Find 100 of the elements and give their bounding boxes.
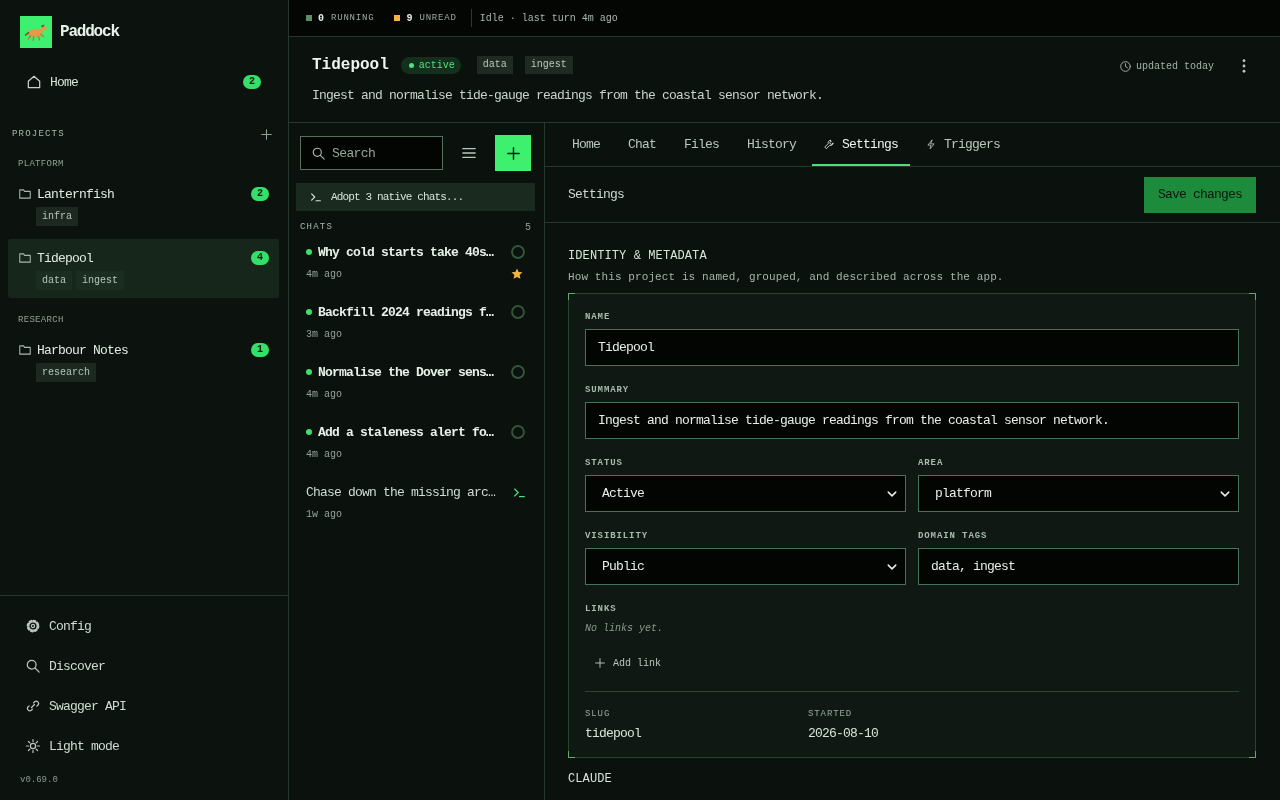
tab[interactable]: Home (560, 123, 612, 166)
tab[interactable]: History (735, 123, 809, 166)
chat-title[interactable]: Add a staleness alert fo… (318, 424, 505, 440)
select-field[interactable]: Active (585, 475, 906, 512)
lightning-icon (926, 139, 937, 150)
chat-title[interactable]: Normalise the Dover sens… (318, 364, 505, 380)
wrench-icon (824, 139, 835, 150)
section-heading: CLAUDE (568, 772, 613, 786)
chat-time: 4m ago (306, 448, 342, 460)
chat-title[interactable]: Why cold starts take 40s… (318, 244, 505, 260)
count-badge: 1 (251, 343, 269, 357)
save-button[interactable]: Save changes (1144, 176, 1256, 213)
sidebar-link[interactable]: Discover (26, 658, 105, 674)
text-field[interactable]: Tidepool (585, 329, 1239, 366)
tag: ingest (524, 56, 573, 74)
chat-time: 1w ago (306, 508, 342, 520)
field-label: VISIBILITY (585, 530, 649, 542)
section-description: How this project is named, grouped, and described across the app. (568, 270, 1005, 284)
tab[interactable]: Files (672, 123, 732, 166)
menu-icon[interactable] (462, 146, 476, 160)
count-badge: 2 (243, 75, 261, 89)
terminal-icon (311, 192, 321, 202)
page-title: Settings (568, 187, 624, 202)
plus-icon (506, 146, 520, 160)
updated-text: updated today (1136, 60, 1214, 72)
text-field[interactable]: data, ingest (918, 548, 1239, 585)
select-field[interactable]: Public (585, 548, 906, 585)
status-dot-icon (408, 62, 414, 68)
project-name: Lanternfish (37, 186, 114, 202)
terminal-icon (514, 486, 525, 498)
folder-icon (19, 344, 31, 356)
chat-title[interactable]: Chase down the missing arc… (306, 484, 508, 500)
chat-time: 4m ago (306, 268, 342, 280)
status-label: active (418, 59, 455, 71)
tag: infra (36, 207, 78, 226)
group-label: PLATFORM (17, 158, 65, 170)
tab[interactable]: Chat (616, 123, 669, 166)
folder-icon (19, 188, 31, 200)
field-label: SUMMARY (585, 384, 631, 396)
count-badge: 2 (251, 187, 269, 201)
folder-icon (19, 252, 31, 264)
ring-icon (511, 245, 525, 259)
meta-value: tidepool (585, 726, 641, 742)
add-link-button[interactable]: Add link (585, 649, 671, 677)
sidebar-link[interactable]: Config (26, 618, 91, 634)
text-field[interactable]: Ingest and normalise tide-gauge readings from the coastal sensor network. (585, 402, 1239, 439)
plus-icon[interactable] (261, 128, 272, 140)
chat-title[interactable]: Backfill 2024 readings f… (318, 304, 505, 320)
sidebar-link[interactable]: Light mode (26, 738, 119, 754)
adopt-banner[interactable]: Adopt 3 native chats... (296, 183, 535, 211)
counter-value: 9 (406, 12, 413, 24)
chat-time: 4m ago (306, 388, 342, 400)
project-item[interactable]: Harbour Notes 1 research (8, 331, 279, 390)
horse-logo-icon (20, 16, 52, 48)
sidebar-link[interactable]: Swagger API (26, 698, 126, 714)
tag: data (36, 271, 72, 290)
section-title: PROJECTS (12, 129, 65, 139)
count-badge: 4 (251, 251, 269, 265)
tag: research (36, 363, 96, 382)
field-label: LINKS (585, 603, 617, 615)
section-title: CHATS (300, 222, 333, 232)
project-title: Tidepool (312, 56, 389, 74)
ring-icon (511, 425, 525, 439)
version-label: v0.69.0 (19, 774, 59, 786)
project-name: Tidepool (37, 250, 93, 266)
meta-label: STARTED (808, 708, 853, 720)
counter-value: 0 (318, 12, 324, 24)
app-name: Paddock (60, 23, 119, 41)
tab[interactable]: Triggers (914, 123, 1013, 166)
clock-icon (1120, 60, 1131, 72)
home-link[interactable]: Home (50, 74, 78, 90)
tag: ingest (76, 271, 125, 290)
project-item[interactable]: Tidepool 4 data ingest (8, 239, 279, 298)
meta-label: SLUG (585, 708, 611, 720)
counter-label: RUNNING (331, 13, 375, 23)
select-field[interactable]: platform (918, 475, 1239, 512)
sun-icon (26, 739, 40, 753)
field-label: STATUS (585, 457, 624, 469)
section-heading: IDENTITY & METADATA (568, 249, 708, 263)
meta-value: 2026-08-10 (808, 726, 878, 742)
plus-icon (595, 658, 605, 668)
project-item[interactable]: Lanternfish 2 infra (8, 175, 279, 234)
project-summary: Ingest and normalise tide-gauge readings from the coastal sensor network. (312, 88, 824, 104)
tag: data (476, 56, 513, 74)
project-name: Harbour Notes (37, 342, 129, 358)
tab[interactable]: Settings (812, 123, 911, 166)
group-label: RESEARCH (17, 314, 65, 326)
ring-icon (511, 305, 525, 319)
more-icon[interactable] (1242, 59, 1246, 73)
search-icon (312, 147, 325, 160)
search-field[interactable]: Search (300, 136, 443, 170)
chat-count: 5 (525, 221, 531, 233)
field-label: NAME (585, 311, 612, 323)
counter-label: UNREAD (419, 13, 457, 23)
chat-time: 3m ago (306, 328, 342, 340)
ring-icon (511, 365, 525, 379)
chevron-down-icon (887, 562, 897, 572)
gear-icon (26, 619, 40, 633)
home-icon (27, 75, 41, 89)
chevron-down-icon (1220, 489, 1230, 499)
